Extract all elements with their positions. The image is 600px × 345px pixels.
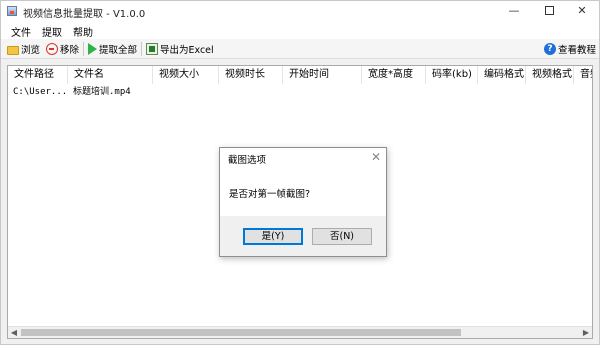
- dialog-close-icon[interactable]: ✕: [371, 150, 381, 164]
- list-header: 文件路径 文件名 视频大小 视频时长 开始时间 宽度*高度 码率(kb) 编码格…: [8, 66, 592, 84]
- column-header-codec[interactable]: 编码格式: [478, 66, 526, 84]
- browse-button[interactable]: 浏览: [7, 41, 40, 57]
- column-header-path[interactable]: 文件路径: [8, 66, 68, 84]
- remove-button[interactable]: 移除: [46, 41, 79, 57]
- maximize-button[interactable]: [532, 1, 566, 21]
- minimize-icon: —: [508, 4, 520, 17]
- cell-name: 标题培训.mp4: [73, 87, 131, 97]
- horizontal-scrollbar[interactable]: ◀ ▶: [8, 326, 592, 338]
- help-icon: ?: [544, 43, 556, 55]
- menu-bar: 文件 提取 帮助: [1, 21, 599, 39]
- scroll-left-icon[interactable]: ◀: [8, 327, 20, 338]
- tutorial-button[interactable]: ? 查看教程: [544, 41, 596, 57]
- maximize-icon: [544, 6, 554, 15]
- screenshot-options-dialog: 截图选项 ✕ 是否对第一帧截图? 是(Y) 否(N): [219, 147, 387, 257]
- dialog-title-bar: 截图选项 ✕: [220, 148, 386, 168]
- toolbar-separator: [83, 42, 84, 56]
- column-header-audio[interactable]: 音频: [574, 66, 592, 84]
- menu-extract[interactable]: 提取: [42, 24, 62, 39]
- dialog-message: 是否对第一帧截图?: [229, 189, 311, 200]
- no-button[interactable]: 否(N): [312, 228, 372, 245]
- remove-icon: [46, 43, 58, 55]
- toolbar-separator: [141, 42, 142, 56]
- app-window: 视频信息批量提取 - V1.0.0 — ✕ 文件 提取 帮助 浏览 移除 提取全…: [0, 0, 600, 345]
- table-row[interactable]: C:\User... 标题培训.mp4: [8, 85, 592, 99]
- cell-path: C:\User...: [13, 87, 68, 97]
- minimize-button[interactable]: —: [497, 1, 531, 21]
- column-header-bitrate[interactable]: 码率(kb): [426, 66, 478, 84]
- export-excel-button[interactable]: 导出为Excel: [146, 41, 214, 57]
- scroll-right-icon[interactable]: ▶: [580, 327, 592, 338]
- dialog-title: 截图选项: [228, 155, 267, 166]
- extract-all-button[interactable]: 提取全部: [88, 41, 137, 57]
- folder-icon: [7, 45, 19, 55]
- menu-help[interactable]: 帮助: [73, 24, 93, 39]
- remove-label: 移除: [60, 45, 80, 56]
- column-header-start-time[interactable]: 开始时间: [283, 66, 362, 84]
- dialog-body: 是否对第一帧截图?: [220, 168, 386, 216]
- column-header-size[interactable]: 视频大小: [153, 66, 219, 84]
- close-icon: ✕: [577, 4, 587, 17]
- scroll-thumb[interactable]: [21, 329, 461, 336]
- column-header-resolution[interactable]: 宽度*高度: [362, 66, 426, 84]
- toolbar: 浏览 移除 提取全部 导出为Excel ? 查看教程: [1, 39, 599, 59]
- browse-label: 浏览: [21, 45, 41, 56]
- window-title: 视频信息批量提取 - V1.0.0: [23, 9, 146, 20]
- app-icon: [7, 6, 17, 16]
- column-header-format[interactable]: 视频格式: [526, 66, 574, 84]
- play-icon: [88, 43, 97, 55]
- title-bar: 视频信息批量提取 - V1.0.0 — ✕: [1, 1, 599, 21]
- tutorial-label: 查看教程: [558, 45, 597, 56]
- column-header-duration[interactable]: 视频时长: [219, 66, 283, 84]
- menu-file[interactable]: 文件: [11, 24, 31, 39]
- export-excel-label: 导出为Excel: [160, 45, 214, 56]
- extract-all-label: 提取全部: [99, 45, 138, 56]
- close-button[interactable]: ✕: [565, 1, 599, 21]
- column-header-name[interactable]: 文件名: [68, 66, 153, 84]
- yes-button[interactable]: 是(Y): [243, 228, 303, 245]
- excel-icon: [146, 43, 158, 55]
